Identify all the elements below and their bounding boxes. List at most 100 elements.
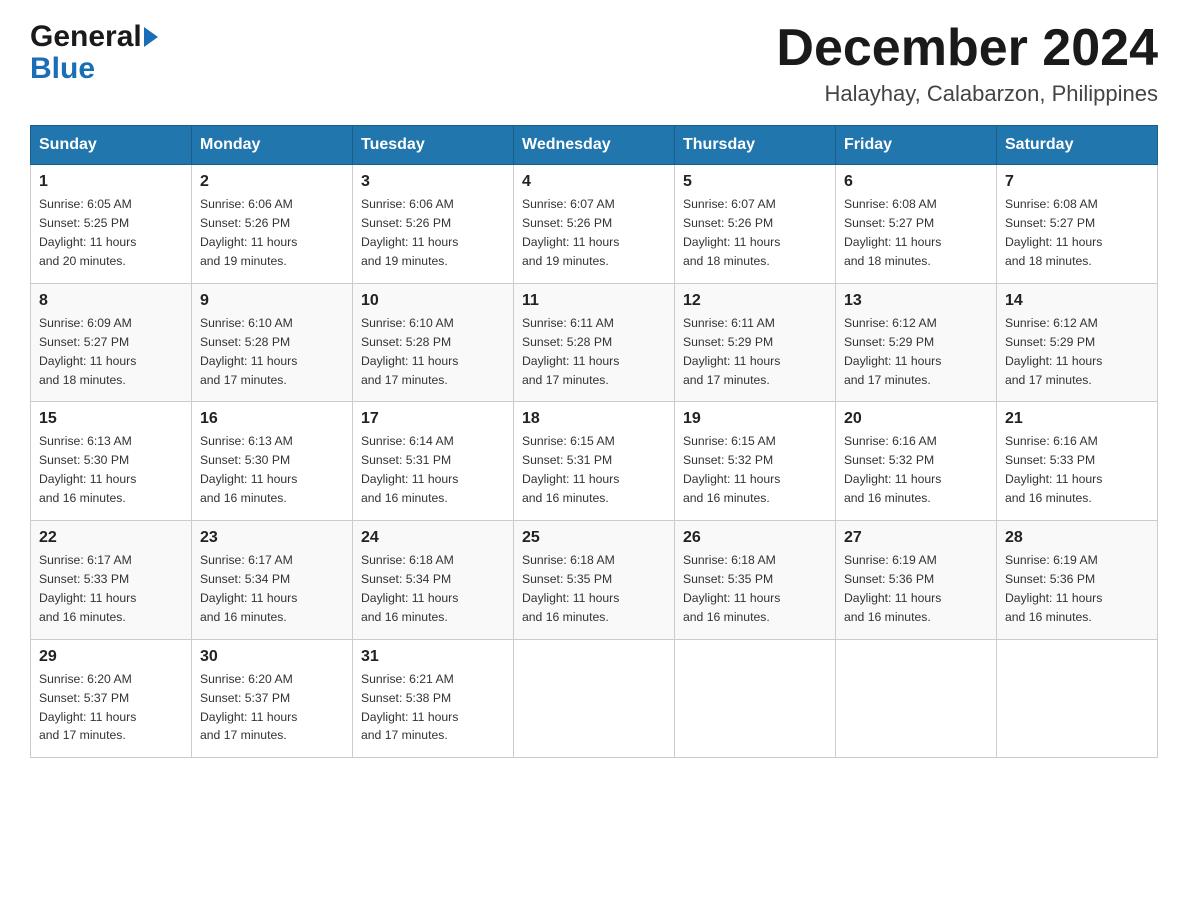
day-info: Sunrise: 6:09 AMSunset: 5:27 PMDaylight:…: [39, 314, 183, 390]
calendar-cell: [675, 639, 836, 758]
calendar-cell: 9Sunrise: 6:10 AMSunset: 5:28 PMDaylight…: [192, 283, 353, 402]
day-number: 19: [683, 410, 827, 428]
day-number: 22: [39, 529, 183, 547]
column-header-sunday: Sunday: [31, 126, 192, 165]
calendar-cell: 26 Sunrise: 6:18 AMSunset: 5:35 PMDayligh…: [675, 521, 836, 640]
calendar-cell: 5 Sunrise: 6:07 AMSunset: 5:26 PMDaylight…: [675, 165, 836, 284]
day-info: Sunrise: 6:17 AMSunset: 5:34 PMDaylight:…: [200, 551, 344, 627]
calendar-cell: 2 Sunrise: 6:06 AMSunset: 5:26 PMDaylight…: [192, 165, 353, 284]
day-info: Sunrise: 6:16 AMSunset: 5:32 PMDaylight:…: [844, 432, 988, 508]
day-number: 26: [683, 529, 827, 547]
calendar-cell: [997, 639, 1158, 758]
calendar-cell: [514, 639, 675, 758]
day-info: Sunrise: 6:16 AMSunset: 5:33 PMDaylight:…: [1005, 432, 1149, 508]
day-info: Sunrise: 6:06 AMSunset: 5:26 PMDaylight:…: [361, 195, 505, 271]
day-number: 6: [844, 173, 988, 191]
day-info: Sunrise: 6:11 AMSunset: 5:29 PMDaylight:…: [683, 314, 827, 390]
day-number: 25: [522, 529, 666, 547]
calendar-cell: 14 Sunrise: 6:12 AMSunset: 5:29 PMDayligh…: [997, 283, 1158, 402]
day-number: 31: [361, 648, 505, 666]
day-info: Sunrise: 6:08 AMSunset: 5:27 PMDaylight:…: [1005, 195, 1149, 271]
calendar-cell: 21Sunrise: 6:16 AMSunset: 5:33 PMDayligh…: [997, 402, 1158, 521]
calendar-cell: 6 Sunrise: 6:08 AMSunset: 5:27 PMDaylight…: [836, 165, 997, 284]
calendar-cell: 1 Sunrise: 6:05 AMSunset: 5:25 PMDaylight…: [31, 165, 192, 284]
logo: General Blue: [30, 20, 158, 86]
day-number: 24: [361, 529, 505, 547]
day-info: Sunrise: 6:18 AMSunset: 5:35 PMDaylight:…: [683, 551, 827, 627]
day-number: 4: [522, 173, 666, 191]
day-info: Sunrise: 6:05 AMSunset: 5:25 PMDaylight:…: [39, 195, 183, 271]
calendar-cell: 23Sunrise: 6:17 AMSunset: 5:34 PMDayligh…: [192, 521, 353, 640]
day-info: Sunrise: 6:14 AMSunset: 5:31 PMDaylight:…: [361, 432, 505, 508]
column-header-tuesday: Tuesday: [353, 126, 514, 165]
day-number: 27: [844, 529, 988, 547]
column-header-friday: Friday: [836, 126, 997, 165]
day-info: Sunrise: 6:13 AMSunset: 5:30 PMDaylight:…: [200, 432, 344, 508]
calendar-cell: 13 Sunrise: 6:12 AMSunset: 5:29 PMDayligh…: [836, 283, 997, 402]
calendar-cell: 10 Sunrise: 6:10 AMSunset: 5:28 PMDayligh…: [353, 283, 514, 402]
day-info: Sunrise: 6:18 AMSunset: 5:34 PMDaylight:…: [361, 551, 505, 627]
calendar-week-row: 1 Sunrise: 6:05 AMSunset: 5:25 PMDaylight…: [31, 165, 1158, 284]
day-number: 16: [200, 410, 344, 428]
calendar-cell: 7 Sunrise: 6:08 AMSunset: 5:27 PMDaylight…: [997, 165, 1158, 284]
day-number: 8: [39, 292, 183, 310]
day-number: 20: [844, 410, 988, 428]
day-number: 18: [522, 410, 666, 428]
day-number: 28: [1005, 529, 1149, 547]
day-info: Sunrise: 6:20 AMSunset: 5:37 PMDaylight:…: [39, 670, 183, 746]
calendar-cell: 17Sunrise: 6:14 AMSunset: 5:31 PMDayligh…: [353, 402, 514, 521]
page-header: General Blue December 2024 Halayhay, Cal…: [30, 20, 1158, 107]
day-number: 2: [200, 173, 344, 191]
day-number: 1: [39, 173, 183, 191]
calendar-cell: 20 Sunrise: 6:16 AMSunset: 5:32 PMDayligh…: [836, 402, 997, 521]
day-info: Sunrise: 6:12 AMSunset: 5:29 PMDaylight:…: [844, 314, 988, 390]
calendar-location: Halayhay, Calabarzon, Philippines: [776, 81, 1158, 107]
calendar-cell: 31 Sunrise: 6:21 AMSunset: 5:38 PMDayligh…: [353, 639, 514, 758]
calendar-week-row: 8 Sunrise: 6:09 AMSunset: 5:27 PMDaylight…: [31, 283, 1158, 402]
day-info: Sunrise: 6:13 AMSunset: 5:30 PMDaylight:…: [39, 432, 183, 508]
day-info: Sunrise: 6:08 AMSunset: 5:27 PMDaylight:…: [844, 195, 988, 271]
day-number: 15: [39, 410, 183, 428]
column-header-wednesday: Wednesday: [514, 126, 675, 165]
day-info: Sunrise: 6:19 AMSunset: 5:36 PMDaylight:…: [844, 551, 988, 627]
calendar-cell: 25Sunrise: 6:18 AMSunset: 5:35 PMDayligh…: [514, 521, 675, 640]
calendar-cell: 29 Sunrise: 6:20 AMSunset: 5:37 PMDayligh…: [31, 639, 192, 758]
day-info: Sunrise: 6:17 AMSunset: 5:33 PMDaylight:…: [39, 551, 183, 627]
calendar-cell: 22 Sunrise: 6:17 AMSunset: 5:33 PMDayligh…: [31, 521, 192, 640]
day-info: Sunrise: 6:06 AMSunset: 5:26 PMDaylight:…: [200, 195, 344, 271]
day-number: 14: [1005, 292, 1149, 310]
day-number: 10: [361, 292, 505, 310]
day-info: Sunrise: 6:12 AMSunset: 5:29 PMDaylight:…: [1005, 314, 1149, 390]
calendar-week-row: 22 Sunrise: 6:17 AMSunset: 5:33 PMDayligh…: [31, 521, 1158, 640]
calendar-cell: 11 Sunrise: 6:11 AMSunset: 5:28 PMDayligh…: [514, 283, 675, 402]
calendar-cell: 15 Sunrise: 6:13 AMSunset: 5:30 PMDayligh…: [31, 402, 192, 521]
day-info: Sunrise: 6:15 AMSunset: 5:32 PMDaylight:…: [683, 432, 827, 508]
day-number: 11: [522, 292, 666, 310]
logo-arrow-icon: [144, 27, 158, 47]
day-number: 7: [1005, 173, 1149, 191]
day-info: Sunrise: 6:10 AMSunset: 5:28 PMDaylight:…: [200, 314, 344, 390]
day-number: 5: [683, 173, 827, 191]
day-number: 30: [200, 648, 344, 666]
day-info: Sunrise: 6:21 AMSunset: 5:38 PMDaylight:…: [361, 670, 505, 746]
calendar-table: SundayMondayTuesdayWednesdayThursdayFrid…: [30, 125, 1158, 758]
column-header-monday: Monday: [192, 126, 353, 165]
day-number: 29: [39, 648, 183, 666]
day-info: Sunrise: 6:11 AMSunset: 5:28 PMDaylight:…: [522, 314, 666, 390]
calendar-cell: 24 Sunrise: 6:18 AMSunset: 5:34 PMDayligh…: [353, 521, 514, 640]
calendar-cell: 16 Sunrise: 6:13 AMSunset: 5:30 PMDayligh…: [192, 402, 353, 521]
calendar-week-row: 29 Sunrise: 6:20 AMSunset: 5:37 PMDayligh…: [31, 639, 1158, 758]
calendar-cell: 18Sunrise: 6:15 AMSunset: 5:31 PMDayligh…: [514, 402, 675, 521]
day-number: 13: [844, 292, 988, 310]
day-number: 3: [361, 173, 505, 191]
calendar-cell: 19 Sunrise: 6:15 AMSunset: 5:32 PMDayligh…: [675, 402, 836, 521]
calendar-cell: [836, 639, 997, 758]
day-info: Sunrise: 6:19 AMSunset: 5:36 PMDaylight:…: [1005, 551, 1149, 627]
column-header-thursday: Thursday: [675, 126, 836, 165]
day-info: Sunrise: 6:07 AMSunset: 5:26 PMDaylight:…: [683, 195, 827, 271]
day-info: Sunrise: 6:10 AMSunset: 5:28 PMDaylight:…: [361, 314, 505, 390]
calendar-week-row: 15 Sunrise: 6:13 AMSunset: 5:30 PMDayligh…: [31, 402, 1158, 521]
day-info: Sunrise: 6:20 AMSunset: 5:37 PMDaylight:…: [200, 670, 344, 746]
calendar-cell: 27 Sunrise: 6:19 AMSunset: 5:36 PMDayligh…: [836, 521, 997, 640]
day-number: 12: [683, 292, 827, 310]
